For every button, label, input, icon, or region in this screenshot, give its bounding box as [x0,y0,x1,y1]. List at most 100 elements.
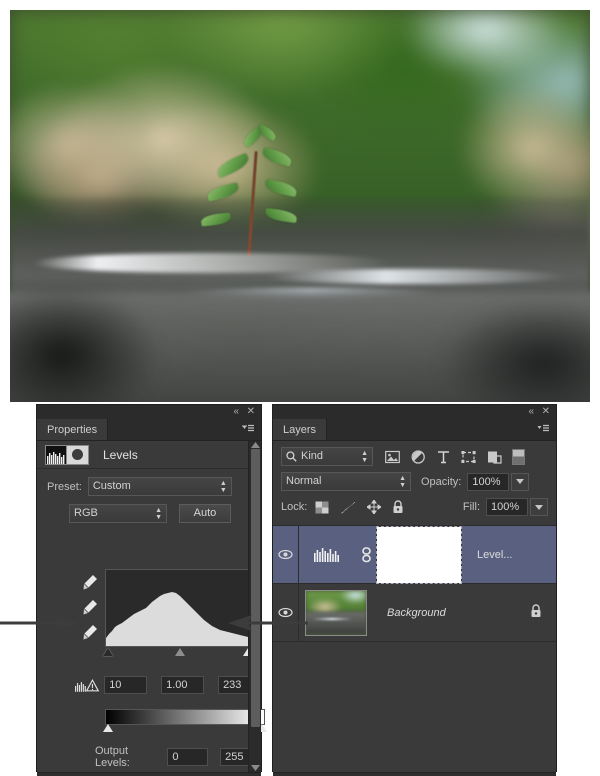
filter-type-icons [385,449,502,464]
output-black-point-slider[interactable] [103,724,113,732]
scroll-up-arrow-icon[interactable] [251,442,260,448]
chevron-updown-icon[interactable]: ▲ ▼ [361,450,368,464]
auto-button[interactable]: Auto [179,504,231,523]
opacity-value[interactable]: 100% [467,472,510,491]
chevron-updown-icon[interactable]: ▲ ▼ [399,475,406,489]
filter-adjustment-icon[interactable] [411,449,426,464]
layer-visibility-toggle[interactable] [273,526,299,583]
set-white-point-eyedropper-icon[interactable] [79,623,99,641]
input-gamma-slider[interactable] [175,648,185,656]
output-levels-slider[interactable] [103,724,267,734]
photo-canvas [10,10,590,402]
input-black-value[interactable]: 10 [104,676,148,694]
auto-button-label: Auto [193,507,217,519]
chain-link-glyph [361,546,371,562]
properties-footer [37,772,261,776]
fill-label: Fill: [462,501,480,513]
lock-transparent-pixels-icon[interactable] [315,501,329,514]
layer-mask-thumbnail[interactable] [376,525,462,584]
panel-menu-icon[interactable] [537,423,551,435]
right-callout-arrow [228,615,308,631]
tab-properties[interactable]: Properties [37,419,109,440]
foreground-shadow-right [439,300,590,402]
output-levels-row: Output Levels: 0 255 [95,745,261,769]
chevron-updown-icon[interactable]: ▲ ▼ [155,507,162,521]
collapse-icon[interactable]: « [528,406,534,418]
chevron-updown-icon[interactable]: ▲ ▼ [220,480,227,494]
output-black-value[interactable]: 0 [167,748,209,766]
tab-layers-label: Layers [283,423,317,436]
filter-smart-object-icon[interactable] [487,450,502,464]
levels-adjustment-icon [45,444,67,465]
lock-all-icon[interactable] [392,500,404,514]
lock-icon[interactable] [530,604,542,621]
eyedropper-group [79,573,99,641]
panel-menu-glyph [537,424,549,432]
layer-thumbnail[interactable] [299,589,373,636]
collapse-icon[interactable]: « [233,406,239,418]
layer-name: Background [387,606,446,619]
layer-name: Level... [477,548,513,561]
chevron-down-icon [516,479,525,484]
channel-row: RGB ▲ ▼ Auto [37,496,261,523]
filter-type-icon[interactable] [437,450,450,464]
preset-value: Custom [92,480,131,492]
search-icon [286,451,297,462]
properties-scrollbar-thumb[interactable] [251,449,260,727]
panel-menu-icon[interactable] [242,423,256,435]
channel-dropdown[interactable]: RGB ▲ ▼ [69,504,167,523]
page-title: Levels [103,447,138,462]
input-levels-row: 10 1.00 233 [75,676,261,694]
filter-toggle-switch[interactable] [512,448,525,465]
photoshop-screenshot: « ✕ Properties Levels Preset: Custom ▲ ▼… [0,0,600,776]
link-mask-icon[interactable] [355,546,377,563]
scroll-down-arrow-icon[interactable] [251,765,260,771]
tab-properties-label: Properties [47,423,98,436]
lock-position-icon[interactable] [367,500,382,514]
blend-mode-dropdown[interactable]: Normal ▲ ▼ [281,472,411,491]
layers-footer: fx [273,772,556,776]
preset-dropdown[interactable]: Custom ▲ ▼ [87,477,232,496]
lock-icons [315,500,404,514]
output-levels-label: Output Levels: [95,745,130,769]
opacity-scrubber-button[interactable] [511,472,530,491]
filter-kind-dropdown[interactable]: Kind ▲ ▼ [281,447,373,466]
foreground-shadow-left [10,284,161,402]
input-levels-slider[interactable] [103,648,257,658]
close-icon[interactable]: ✕ [247,406,255,418]
lock-glyph [531,604,541,617]
table-row[interactable]: Background [273,584,556,642]
channel-value: RGB [74,507,98,519]
output-levels-gradient [105,709,265,725]
layers-panel: « ✕ Layers Kind ▲ ▼ Normal ▲ ▼ Opacity: … [272,404,557,776]
set-gray-point-eyedropper-icon[interactable] [79,598,99,616]
preset-row: Preset: Custom ▲ ▼ [37,469,261,496]
levels-histogram-glyph [46,449,66,464]
left-callout-arrow [0,615,78,631]
properties-title-bar: « ✕ [37,405,261,419]
levels-adjustment-icon [314,548,339,562]
layer-filter-row: Kind ▲ ▼ [273,441,556,466]
lock-image-pixels-icon[interactable] [340,501,356,514]
layers-tabstrip: Layers [273,419,556,441]
photo-thumbnail [305,589,367,636]
clipped-adjustment-warning-icon [75,678,100,692]
table-row[interactable]: Level... [273,525,556,584]
properties-body: Levels Preset: Custom ▲ ▼ RGB ▲ ▼ Auto 1… [37,441,267,772]
set-black-point-eyedropper-icon[interactable] [79,573,99,591]
input-gamma-value[interactable]: 1.00 [161,676,205,694]
fill-scrubber-button[interactable] [530,498,548,516]
filter-shape-icon[interactable] [461,450,476,464]
close-icon[interactable]: ✕ [542,406,550,418]
layer-list: Level... Background [273,525,556,642]
thumb-water [306,611,366,635]
filter-kind-label: Kind [301,450,324,462]
preset-label: Preset: [47,480,82,493]
tab-layers[interactable]: Layers [273,419,328,440]
filter-pixel-icon[interactable] [385,450,400,464]
layer-thumbnail[interactable] [299,547,355,562]
properties-panel: « ✕ Properties Levels Preset: Custom ▲ ▼… [36,404,267,776]
input-black-point-slider[interactable] [103,648,113,656]
properties-scrollbar[interactable] [248,441,261,772]
fill-value[interactable]: 100% [486,498,528,516]
